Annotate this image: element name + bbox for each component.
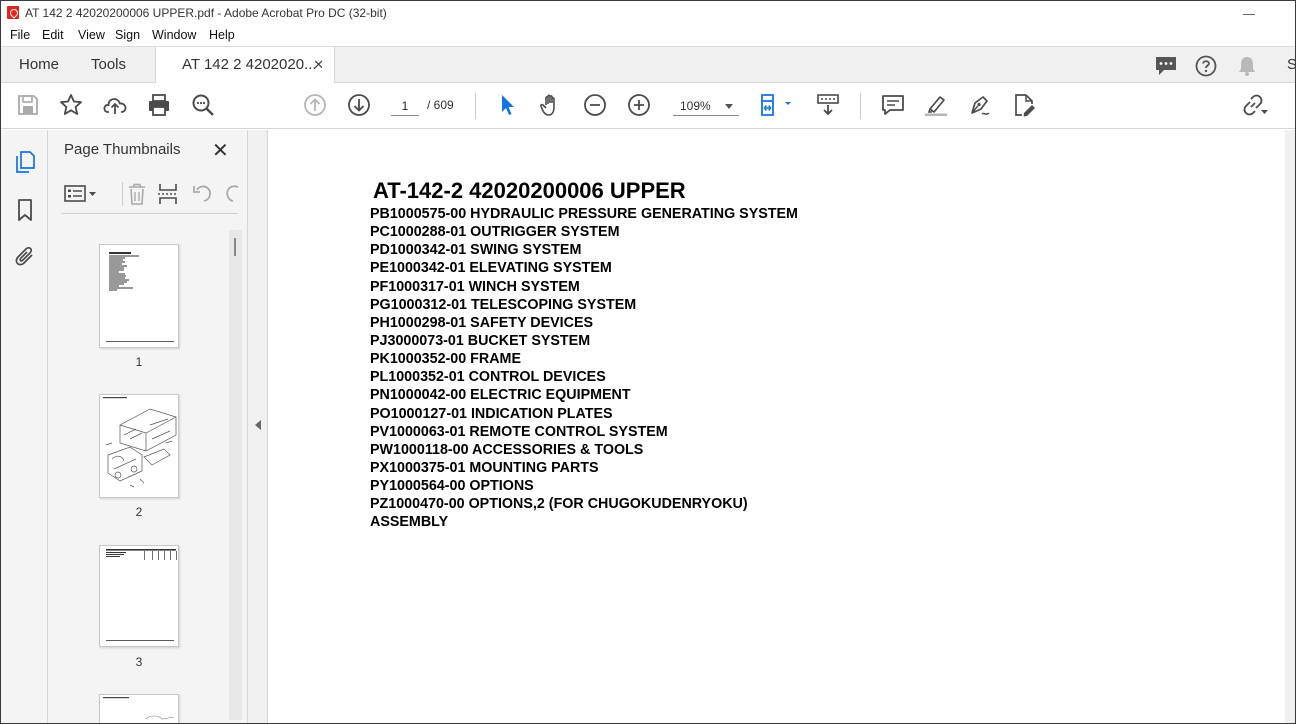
toolbar-divider (475, 93, 476, 119)
acrobat-logo-icon (7, 6, 19, 19)
chevron-left-icon (255, 420, 261, 430)
menu-bar: File Edit View Sign Window Help (1, 25, 1295, 46)
zoom-in-icon[interactable] (627, 93, 651, 117)
menu-edit[interactable]: Edit (42, 28, 64, 42)
share-link-icon[interactable] (1241, 93, 1269, 117)
previous-page-icon[interactable] (303, 93, 327, 117)
zoom-level-select[interactable]: 109% (673, 96, 739, 116)
document-line: PC1000288-01 OUTRIGGER SYSTEM (370, 224, 620, 241)
document-line: PE1000342-01 ELEVATING SYSTEM (370, 260, 612, 277)
document-line: PJ3000073-01 BUCKET SYSTEM (370, 332, 591, 349)
document-line: PK1000352-00 FRAME (370, 351, 521, 368)
panel-title: Page Thumbnails (64, 141, 181, 158)
menu-window[interactable]: Window (152, 28, 196, 42)
document-line: ASSEMBLY (370, 514, 449, 531)
document-line: PO1000127-01 INDICATION PLATES (370, 405, 613, 422)
minimize-icon[interactable] (1243, 3, 1255, 15)
menu-sign[interactable]: Sign (115, 28, 140, 42)
hand-tool-icon[interactable] (539, 93, 563, 117)
rotate-right-icon[interactable] (222, 182, 238, 206)
thumbnail-label: 3 (135, 655, 143, 669)
tab-home[interactable]: Home (19, 47, 59, 83)
insert-page-icon[interactable] (156, 182, 180, 206)
help-icon[interactable] (1195, 55, 1217, 80)
thumbnail-options-icon[interactable] (64, 182, 98, 206)
search-zoom-icon[interactable] (191, 93, 215, 117)
highlight-pen-icon[interactable] (924, 93, 948, 117)
scroll-mode-icon[interactable] (816, 93, 840, 117)
window-title: AT 142 2 42020200006 UPPER.pdf - Adobe A… (25, 6, 387, 20)
document-line: PW1000118-00 ACCESSORIES & TOOLS (370, 441, 644, 458)
edit-pdf-icon[interactable] (1012, 93, 1036, 117)
bookmark-icon[interactable] (13, 198, 37, 222)
acrobat-window: AT 142 2 42020200006 UPPER.pdf - Adobe A… (0, 0, 1296, 724)
thumbnail-page-4-preview (103, 697, 175, 720)
chevron-down-icon (725, 104, 733, 109)
thumbnail-page-4[interactable] (99, 694, 179, 723)
document-line: PL1000352-01 CONTROL DEVICES (370, 369, 606, 386)
thumbnail-label: 1 (135, 355, 143, 369)
page-thumbnails-panel: Page Thumbnails ✕ 1 2 3 (48, 130, 248, 723)
bell-icon[interactable] (1237, 55, 1257, 80)
page-number-input[interactable] (391, 96, 419, 116)
comment-bubble-icon[interactable] (1154, 55, 1178, 80)
attachment-paperclip-icon[interactable] (13, 244, 37, 268)
tab-bar: Home Tools AT 142 2 4202020... ✕ S (1, 46, 1295, 84)
panel-toolbar (62, 178, 238, 214)
toolbar-divider (860, 93, 861, 119)
document-line: PH1000298-01 SAFETY DEVICES (370, 314, 594, 331)
left-navigation-rail (1, 130, 48, 723)
title-bar: AT 142 2 42020200006 UPPER.pdf - Adobe A… (1, 1, 1295, 25)
thumbnail-page-3-preview (106, 549, 177, 641)
print-icon[interactable] (147, 93, 171, 117)
thumbnail-page-3[interactable] (99, 545, 179, 647)
document-scrollbar[interactable] (1285, 130, 1295, 723)
thumbnail-page-1-preview (106, 252, 174, 342)
document-line: PZ1000470-00 OPTIONS,2 (FOR CHUGOKUDENRY… (370, 496, 748, 513)
zoom-out-icon[interactable] (583, 93, 607, 117)
rotate-left-icon[interactable] (190, 182, 214, 206)
document-line: PB1000575-00 HYDRAULIC PRESSURE GENERATI… (370, 206, 798, 222)
tab-document-label: AT 142 2 4202020... (182, 56, 317, 73)
page-thumbnails-icon[interactable] (13, 150, 37, 174)
thumbnail-page-2[interactable] (99, 394, 179, 498)
document-line: PG1000312-01 TELESCOPING SYSTEM (370, 296, 637, 313)
tab-overflow-letter[interactable]: S (1287, 47, 1295, 83)
select-cursor-icon[interactable] (496, 93, 520, 117)
document-title: AT-142-2 42020200006 UPPER (373, 178, 686, 203)
document-line: PX1000375-01 MOUNTING PARTS (370, 459, 599, 476)
star-bookmark-icon[interactable] (59, 93, 83, 117)
add-comment-icon[interactable] (881, 93, 905, 117)
fit-page-icon[interactable] (759, 93, 795, 117)
thumbnails-scrollbar[interactable] (229, 230, 242, 720)
document-line: PY1000564-00 OPTIONS (370, 478, 534, 495)
collapse-panel-handle[interactable] (248, 130, 268, 723)
save-icon[interactable] (16, 93, 40, 117)
fill-sign-icon[interactable] (968, 93, 992, 117)
document-line: PV1000063-01 REMOTE CONTROL SYSTEM (370, 423, 668, 440)
zoom-level-value: 109% (680, 99, 711, 113)
tab-tools[interactable]: Tools (91, 47, 126, 83)
document-line: PF1000317-01 WINCH SYSTEM (370, 278, 580, 295)
scrollbar-thumb[interactable] (234, 238, 236, 256)
delete-page-icon[interactable] (122, 182, 146, 206)
thumbnail-page-2-preview (103, 397, 177, 488)
menu-help[interactable]: Help (209, 28, 235, 42)
menu-file[interactable]: File (10, 28, 30, 42)
document-contents-list: PB1000575-00 HYDRAULIC PRESSURE GENERATI… (370, 205, 798, 532)
close-panel-icon[interactable]: ✕ (212, 138, 229, 163)
document-page[interactable]: AT-142-2 42020200006 UPPER PB1000575-00 … (269, 130, 1285, 723)
document-line: PD1000342-01 SWING SYSTEM (370, 242, 582, 259)
thumbnail-label: 2 (135, 505, 143, 519)
upload-cloud-icon[interactable] (103, 93, 127, 117)
document-line: PN1000042-00 ELECTRIC EQUIPMENT (370, 387, 631, 404)
next-page-icon[interactable] (347, 93, 371, 117)
tab-document[interactable]: AT 142 2 4202020... ✕ (155, 47, 335, 84)
menu-view[interactable]: View (78, 28, 105, 42)
toolbar: / 609 109% (1, 83, 1295, 129)
page-total: / 609 (427, 98, 454, 112)
thumbnail-page-1[interactable] (99, 244, 179, 348)
close-tab-icon[interactable]: ✕ (313, 47, 324, 83)
